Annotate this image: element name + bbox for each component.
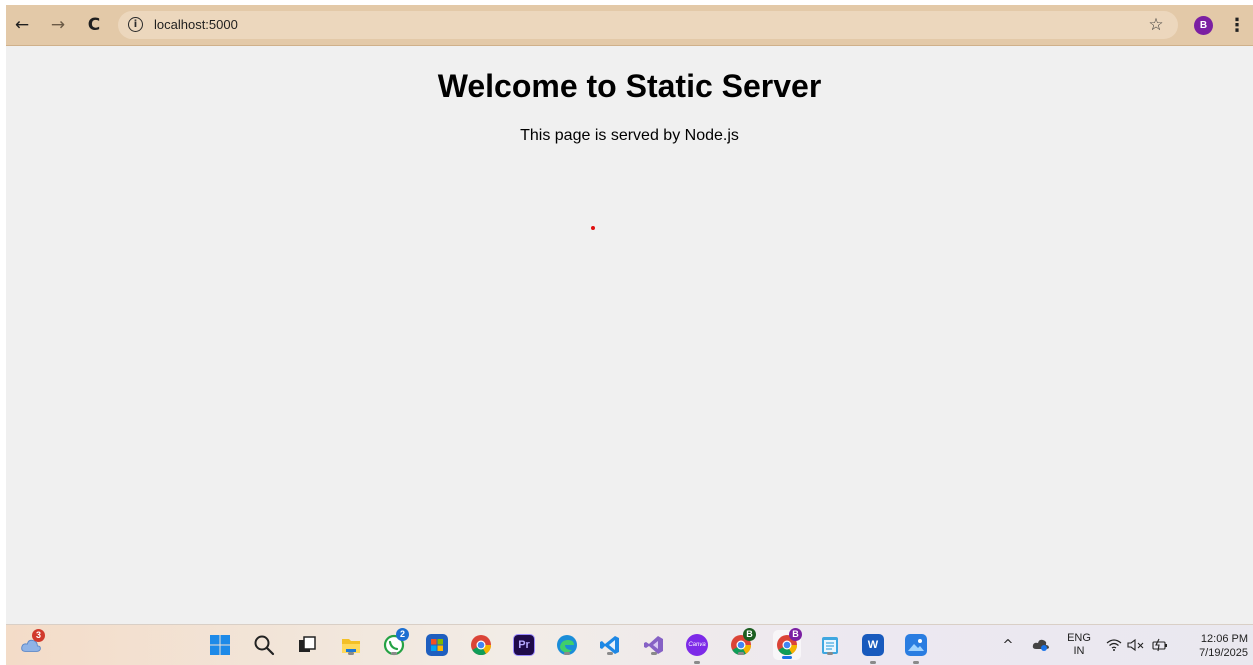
battery-charging-icon [1152, 638, 1167, 652]
onedrive-cloud-icon [1032, 639, 1049, 651]
wifi-icon [1106, 639, 1122, 651]
store-icon [431, 639, 443, 651]
chrome-button[interactable] [470, 634, 492, 656]
vscode-button[interactable] [599, 634, 621, 656]
running-indicator [391, 652, 397, 655]
region-code: IN [1073, 645, 1085, 657]
chrome-profile-2-button[interactable]: B [773, 628, 802, 660]
task-view-button[interactable] [296, 634, 318, 656]
word-button[interactable]: W [862, 634, 884, 664]
running-indicator [564, 652, 570, 655]
clock-time: 12:06 PM [1200, 633, 1248, 645]
clock-date: 7/19/2025 [1199, 647, 1248, 659]
browser-menu-icon[interactable]: ⋮ [1228, 5, 1246, 45]
reload-icon: C [87, 15, 101, 35]
visual-studio-button[interactable] [643, 634, 665, 656]
url-text[interactable]: localhost:5000 [154, 17, 238, 32]
chevron-up-icon: ^ [1002, 637, 1014, 653]
forward-arrow-icon: → [50, 15, 66, 35]
running-indicator [651, 652, 657, 655]
running-indicator [607, 652, 613, 655]
photos-button[interactable] [905, 634, 927, 664]
forward-button[interactable]: → [44, 5, 72, 45]
edge-button[interactable] [556, 634, 578, 656]
photos-icon [908, 639, 924, 651]
active-indicator [782, 656, 792, 659]
profile-avatar[interactable]: B [1194, 16, 1213, 35]
notepad-button[interactable] [819, 634, 841, 656]
weather-widget[interactable]: 3 [20, 629, 45, 656]
browser-toolbar: ← → C i localhost:5000 ☆ B ⋮ [6, 5, 1253, 46]
back-arrow-icon: ← [14, 15, 30, 35]
taskbar: 3 2 Pr Canva B B W ^ ENG IN 12:06 PM 7/1… [6, 624, 1253, 665]
chrome-icon [471, 635, 492, 656]
bookmark-star-icon[interactable]: ☆ [1144, 5, 1168, 45]
search-button[interactable] [253, 634, 275, 656]
red-dot [591, 226, 595, 230]
chrome-profile-1-badge: B [743, 628, 756, 641]
start-button[interactable] [209, 634, 231, 656]
language-indicator[interactable]: ENG IN [1064, 632, 1094, 658]
running-indicator [827, 652, 833, 655]
canva-button[interactable]: Canva [686, 634, 708, 664]
battery-button[interactable] [1151, 625, 1169, 665]
show-hidden-icons-button[interactable]: ^ [1000, 625, 1016, 665]
running-indicator [348, 652, 354, 655]
whatsapp-button[interactable]: 2 [383, 628, 409, 656]
volume-muted-icon [1127, 638, 1144, 652]
system-clock[interactable]: 12:06 PM 7/19/2025 [1178, 632, 1248, 660]
chrome-profile-2-badge: B [789, 628, 802, 641]
wifi-button[interactable] [1106, 625, 1122, 665]
page-heading: Welcome to Static Server [437, 68, 822, 104]
onedrive-tray-button[interactable] [1032, 625, 1050, 665]
address-bar[interactable]: i localhost:5000 [118, 11, 1178, 39]
premiere-icon: Pr [518, 639, 530, 651]
back-button[interactable]: ← [8, 5, 36, 45]
whatsapp-badge: 2 [396, 628, 409, 641]
word-icon: W [867, 639, 879, 651]
task-view-icon [299, 636, 316, 652]
chrome-profile-1-button[interactable]: B [730, 628, 756, 656]
weather-badge: 3 [32, 629, 45, 642]
volume-button[interactable] [1127, 625, 1145, 665]
language-code: ENG [1067, 632, 1091, 644]
page-subtext: This page is served by Node.js [520, 127, 739, 144]
search-icon [254, 635, 275, 656]
premiere-button[interactable]: Pr [513, 634, 535, 656]
canva-icon: Canva [688, 642, 706, 648]
store-button[interactable] [426, 634, 448, 656]
site-info-icon[interactable]: i [128, 17, 143, 32]
windows-logo-icon [210, 635, 230, 655]
page-viewport: Welcome to Static Server This page is se… [6, 46, 1253, 624]
reload-button[interactable]: C [80, 5, 108, 45]
file-explorer-button[interactable] [340, 634, 362, 656]
running-indicator [738, 652, 744, 655]
